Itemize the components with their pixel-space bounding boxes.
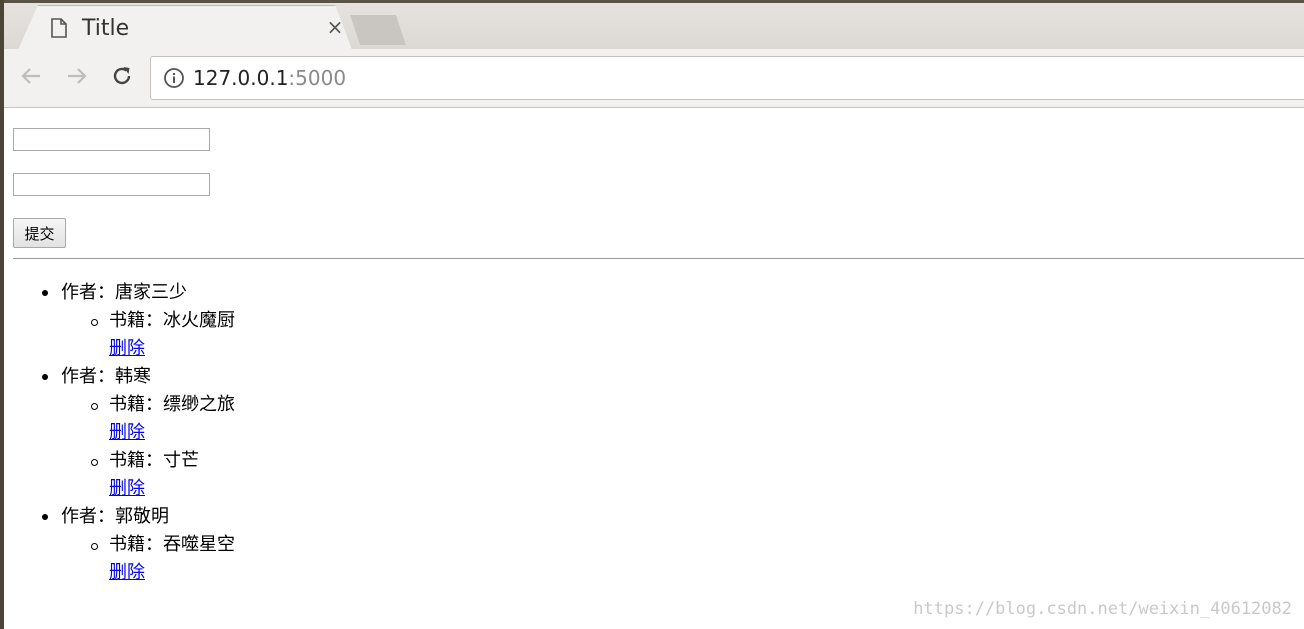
author-item: 作者：韩寒 <box>61 366 151 387</box>
delete-link[interactable]: 删除 <box>109 477 145 501</box>
url-host: 127.0.0.1 <box>193 66 289 90</box>
page-icon <box>50 17 68 39</box>
book-item: 书籍：吞噬星空 <box>109 534 235 555</box>
author-item: 作者：唐家三少 <box>61 282 187 303</box>
forward-button[interactable] <box>60 61 94 95</box>
book-item: 书籍：冰火魔厨 <box>109 310 235 331</box>
list-bullet <box>91 403 98 410</box>
list-bullet <box>42 374 48 380</box>
list-bullet <box>91 459 98 466</box>
toolbar: 127.0.0.1:5000 <box>4 49 1304 108</box>
new-tab-button[interactable] <box>350 15 406 45</box>
book-input[interactable] <box>13 173 210 196</box>
list-bullet <box>42 514 48 520</box>
list-bullet <box>42 290 48 296</box>
book-item: 书籍：缥缈之旅 <box>109 394 235 415</box>
book-item: 书籍：寸芒 <box>109 450 199 471</box>
author-item: 作者：郭敬明 <box>61 506 169 527</box>
author-input[interactable] <box>13 128 210 151</box>
url-port: :5000 <box>288 66 347 90</box>
reload-icon <box>110 64 134 92</box>
reload-button[interactable] <box>105 61 139 95</box>
browser-window: Title × 127.0.0.1:5000 提交 作者：唐家三少 书籍：冰火魔… <box>0 0 1304 629</box>
watermark: https://blog.csdn.net/weixin_40612082 <box>913 599 1292 619</box>
tab-title[interactable]: Title × <box>18 5 352 50</box>
delete-link[interactable]: 删除 <box>109 561 145 585</box>
tab-close-icon[interactable]: × <box>324 15 346 39</box>
tab-bar: Title × <box>4 3 1304 50</box>
list-bullet <box>91 319 98 326</box>
delete-link[interactable]: 删除 <box>109 421 145 445</box>
url-text[interactable]: 127.0.0.1:5000 <box>193 66 346 90</box>
arrow-left-icon <box>19 64 43 92</box>
delete-link[interactable]: 删除 <box>109 337 145 361</box>
submit-button[interactable]: 提交 <box>13 218 66 248</box>
arrow-right-icon <box>65 64 89 92</box>
tab-title-label: Title <box>82 15 130 41</box>
info-icon[interactable] <box>163 67 185 89</box>
list-bullet <box>91 543 98 550</box>
page-content: 提交 作者：唐家三少 书籍：冰火魔厨 删除 作者：韩寒 书籍：缥缈之旅 删除 书… <box>4 108 1304 629</box>
address-bar[interactable]: 127.0.0.1:5000 <box>150 56 1304 100</box>
divider <box>13 258 1304 259</box>
back-button[interactable] <box>14 61 48 95</box>
